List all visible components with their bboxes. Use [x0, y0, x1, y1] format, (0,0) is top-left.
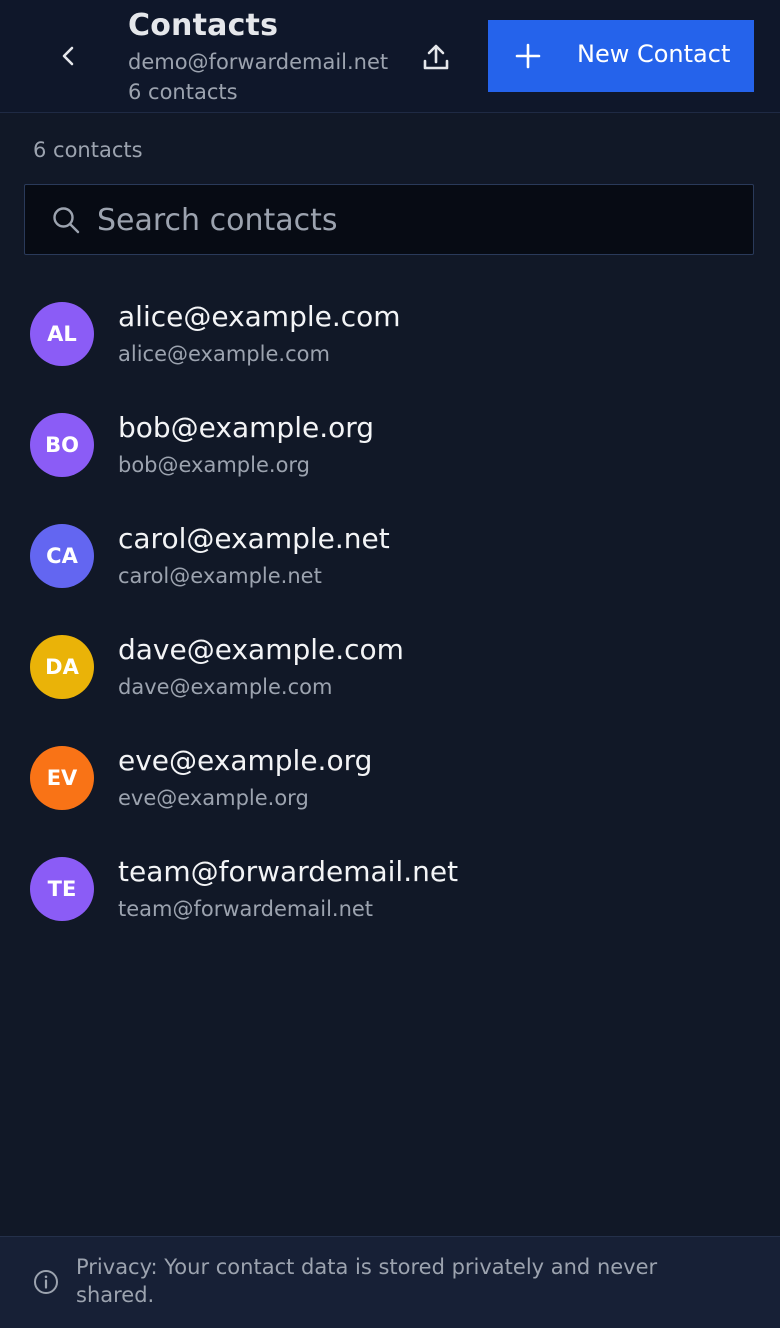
contact-email: alice@example.com: [118, 342, 330, 366]
search-icon: [53, 207, 80, 234]
contact-name: carol@example.net: [118, 522, 390, 555]
contact-email: team@forwardemail.net: [118, 897, 374, 921]
contact-row[interactable]: AL alice@example.com alice@example.com: [0, 280, 780, 391]
contact-name: bob@example.org: [118, 411, 375, 444]
contact-list: AL alice@example.com alice@example.com B…: [0, 280, 780, 946]
header-contact-count: 6 contacts: [128, 80, 238, 104]
new-contact-label: New Contact: [577, 40, 731, 68]
avatar: DA: [30, 635, 94, 699]
search-input[interactable]: [97, 193, 737, 247]
contact-email: carol@example.net: [118, 564, 322, 588]
contact-name: dave@example.com: [118, 633, 404, 666]
avatar: EV: [30, 746, 94, 810]
account-email: demo@forwardemail.net: [128, 50, 389, 74]
search-box: [24, 184, 754, 255]
contact-name: team@forwardemail.net: [118, 855, 459, 888]
app-header: Contacts demo@forwardemail.net 6 contact…: [0, 0, 780, 113]
page-title: Contacts: [128, 8, 279, 43]
chevron-left-icon: [62, 46, 74, 66]
contact-email: eve@example.org: [118, 786, 309, 810]
new-contact-button[interactable]: New Contact: [488, 20, 754, 92]
info-icon: [34, 1270, 58, 1294]
back-button[interactable]: [46, 32, 90, 80]
contact-row[interactable]: TE team@forwardemail.net team@forwardema…: [0, 835, 780, 946]
privacy-notice: Privacy: Your contact data is stored pri…: [76, 1255, 658, 1307]
export-button[interactable]: [414, 36, 458, 80]
privacy-footer: Privacy: Your contact data is stored pri…: [0, 1236, 780, 1328]
contact-count: 6 contacts: [33, 138, 143, 162]
contact-name: eve@example.org: [118, 744, 373, 777]
upload-icon: [423, 44, 449, 70]
contact-row[interactable]: CA carol@example.net carol@example.net: [0, 502, 780, 613]
contact-row[interactable]: BO bob@example.org bob@example.org: [0, 391, 780, 502]
contact-row[interactable]: DA dave@example.com dave@example.com: [0, 613, 780, 724]
avatar: AL: [30, 302, 94, 366]
contacts-app: Contacts demo@forwardemail.net 6 contact…: [0, 0, 780, 1328]
plus-icon: [515, 43, 541, 69]
contact-name: alice@example.com: [118, 300, 401, 333]
avatar: CA: [30, 524, 94, 588]
contact-row[interactable]: EV eve@example.org eve@example.org: [0, 724, 780, 835]
avatar: TE: [30, 857, 94, 921]
contact-email: dave@example.com: [118, 675, 333, 699]
avatar: BO: [30, 413, 94, 477]
contact-email: bob@example.org: [118, 453, 311, 477]
